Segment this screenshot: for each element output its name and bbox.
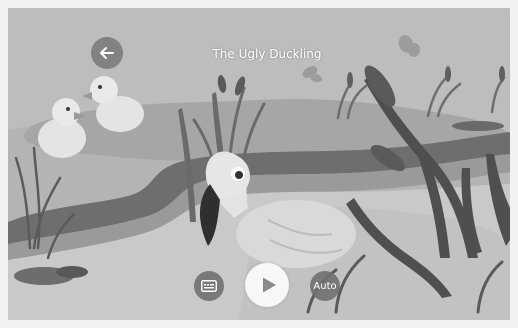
arrow-left-icon	[100, 47, 114, 59]
play-icon	[262, 277, 276, 293]
subtitles-icon	[201, 280, 217, 292]
subtitles-button[interactable]	[194, 271, 224, 301]
story-title: The Ugly Duckling	[212, 47, 322, 61]
play-button[interactable]	[245, 263, 289, 307]
auto-play-button[interactable]: Auto	[310, 271, 340, 301]
back-button[interactable]	[91, 37, 123, 69]
story-player-screen: The Ugly Duckling Auto	[8, 8, 510, 320]
story-player-frame: The Ugly Duckling Auto	[0, 0, 518, 328]
